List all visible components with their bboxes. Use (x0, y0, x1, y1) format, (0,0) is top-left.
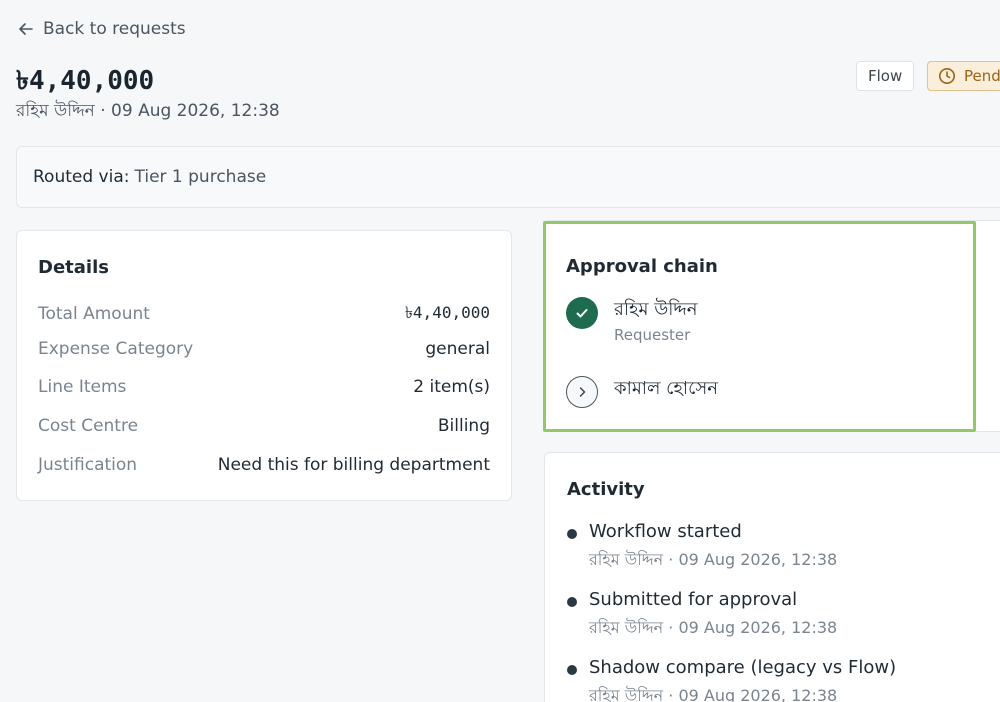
detail-row-line-items: Line Items 2 item(s) (38, 377, 490, 397)
detail-label: Cost Centre (38, 416, 139, 436)
activity-item-meta: রহিম উদ্দিন · 09 Aug 2026, 12:38 (589, 550, 838, 569)
detail-value: 2 item(s) (413, 377, 490, 397)
flow-tag: Flow (856, 61, 915, 91)
back-to-requests-link[interactable]: Back to requests (17, 19, 186, 39)
activity-item-title: Workflow started (589, 521, 742, 542)
activity-item-meta: রহিম উদ্দিন · 09 Aug 2026, 12:38 (589, 618, 838, 637)
detail-value: ৳4,40,000 (404, 303, 490, 322)
back-link-label: Back to requests (43, 19, 186, 39)
activity-card: Activity Workflow started রহিম উদ্দিন · … (544, 452, 1000, 702)
arrow-left-icon (19, 23, 33, 35)
check-icon (576, 309, 588, 318)
activity-item-meta: রহিম উদ্দিন · 09 Aug 2026, 12:38 (589, 686, 838, 702)
step-status-done (566, 297, 598, 329)
detail-row-cost-centre: Cost Centre Billing (38, 416, 490, 436)
step-name: রহিম উদ্দিন (614, 299, 698, 320)
request-meta: রহিম উদ্দিন · 09 Aug 2026, 12:38 (16, 101, 280, 121)
detail-label: Expense Category (38, 339, 194, 359)
routing-value: Tier 1 purchase (134, 167, 267, 187)
detail-row-total-amount: Total Amount ৳4,40,000 (38, 300, 490, 327)
step-status-next (566, 376, 598, 408)
details-card: Details Total Amount ৳4,40,000 Expense C… (16, 230, 512, 501)
activity-title: Activity (567, 479, 645, 500)
approval-chain-title: Approval chain (566, 256, 718, 277)
approval-chain-card: Approval chain রহিম উদ্দিন Requester কাম… (543, 220, 1000, 432)
timeline-dot (567, 529, 577, 539)
flow-tag-label: Flow (868, 67, 903, 85)
detail-label: Total Amount (38, 303, 150, 324)
timeline-dot (567, 665, 577, 675)
detail-label: Justification (38, 455, 138, 475)
step-role: Requester (614, 326, 691, 344)
detail-value: general (425, 339, 490, 359)
timeline-dot (567, 597, 577, 607)
detail-value: Need this for billing department (217, 455, 490, 475)
detail-label: Line Items (38, 377, 127, 397)
routing-label: Routed via: (33, 167, 130, 187)
detail-value: Billing (437, 416, 490, 436)
detail-row-justification: Justification Need this for billing depa… (38, 455, 490, 475)
approval-step-next: কামাল হোসেন (566, 376, 718, 408)
approval-step-requester: রহিম উদ্দিন Requester (566, 297, 697, 344)
routing-info: Routed via: Tier 1 purchase (16, 146, 1000, 208)
detail-row-expense-category: Expense Category general (38, 339, 490, 359)
status-badge-label: Pend (964, 67, 1000, 85)
status-badge: Pend (927, 61, 1000, 91)
step-name: কামাল হোসেন (614, 378, 719, 399)
details-title: Details (38, 257, 109, 278)
chevron-right-icon (579, 387, 586, 397)
activity-item-title: Submitted for approval (589, 589, 798, 610)
activity-item-title: Shadow compare (legacy vs Flow) (589, 657, 897, 678)
clock-icon (939, 68, 955, 84)
